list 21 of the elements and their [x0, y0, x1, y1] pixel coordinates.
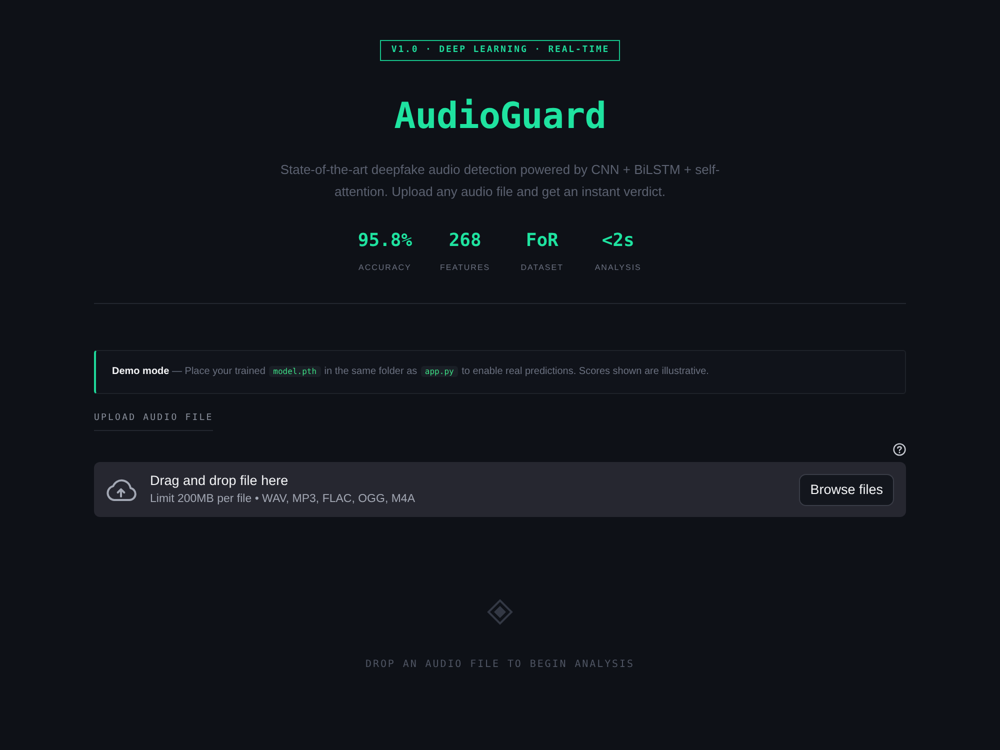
file-dropzone[interactable]: Drag and drop file here Limit 200MB per file • WAV, MP3, FLAC, OGG, M4A Browse files	[94, 462, 906, 517]
section-label: UPLOAD AUDIO FILE	[94, 412, 214, 431]
version-badge: V1.0 · DEEP LEARNING · REAL-TIME	[380, 40, 620, 61]
stat-value: 268	[448, 229, 482, 253]
stat-label: ACCURACY	[358, 262, 412, 274]
browse-files-button[interactable]: Browse files	[799, 474, 894, 506]
demo-notice-text: Demo mode — Place your trained model.pth in the same folder as app.py to enable real predictions. Scores shown are illustrative.	[112, 365, 709, 379]
stat-label: FEATURES	[440, 262, 490, 274]
app-description: State-of-the-art deepfake audio detection powered by CNN + BiLSTM + self-attention. Upload any audio file and get an instant verdict.	[279, 161, 721, 201]
dropzone-hint: Limit 200MB per file • WAV, MP3, FLAC, OGG, M4A	[150, 492, 416, 507]
stat-label: DATASET	[520, 262, 564, 274]
stat-value: <2s	[602, 229, 634, 253]
app-title: AudioGuard	[394, 95, 606, 139]
stat-label: ANALYSIS	[594, 262, 642, 274]
stat-value: FoR	[526, 229, 558, 253]
cloud-upload-icon	[105, 478, 137, 500]
stat-value: 95.8%	[358, 229, 412, 253]
help-icon[interactable]	[893, 443, 906, 456]
empty-state-message: DROP AN AUDIO FILE TO BEGIN ANALYSIS	[366, 659, 634, 671]
dropzone-title: Drag and drop file here	[150, 472, 290, 489]
diamond-icon	[487, 599, 513, 625]
